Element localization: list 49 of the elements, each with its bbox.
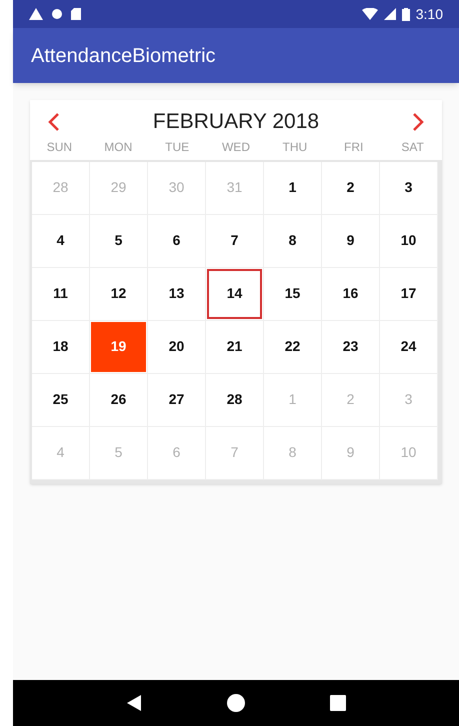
weekday-label: THU [282,138,308,156]
circle-icon [51,8,63,20]
day-cell[interactable]: 1 [265,162,320,212]
day-cell[interactable]: 10 [381,216,436,266]
day-cell[interactable]: 26 [91,374,146,424]
day-cell[interactable]: 11 [33,268,88,318]
day-cell[interactable]: 22 [265,322,320,372]
day-cell[interactable]: 8 [265,216,320,266]
day-cell[interactable]: 9 [323,216,378,266]
day-cell[interactable]: 7 [207,216,262,266]
signal-icon [384,8,396,20]
day-cell[interactable]: 27 [149,374,204,424]
day-cell[interactable]: 5 [91,216,146,266]
sd-card-icon [71,8,81,20]
day-cell[interactable]: 15 [265,268,320,318]
day-cell[interactable]: 13 [149,268,204,318]
weekday-label: WED [220,138,251,156]
day-cell[interactable]: 6 [149,216,204,266]
day-cell[interactable]: 17 [381,268,436,318]
day-cell[interactable]: 2 [323,162,378,212]
day-cell[interactable]: 19 [91,322,146,372]
day-cell[interactable]: 23 [323,322,378,372]
day-cell[interactable]: 24 [381,322,436,372]
weekday-label: MON [103,138,134,156]
day-cell[interactable]: 20 [149,322,204,372]
day-cell[interactable]: 28 [207,374,262,424]
clock-text: 3:10 [416,4,443,24]
day-cell[interactable]: 3 [381,162,436,212]
weekday-label: SAT [400,138,425,156]
day-cell[interactable]: 18 [33,322,88,372]
day-cell[interactable]: 16 [323,268,378,318]
home-circle-icon [227,694,245,712]
weekday-label: SUN [46,138,74,156]
chevron-right-icon [412,112,424,132]
chevron-left-icon [48,112,60,132]
app-title: AttendanceBiometric [31,44,216,68]
weekday-label: FRI [343,138,364,156]
weekday-label: TUE [164,138,190,156]
wifi-icon [362,8,378,20]
back-triangle-icon [127,695,141,711]
battery-icon [402,8,410,20]
recents-square-icon [330,695,346,711]
day-cell[interactable]: 14 [207,268,262,318]
month-title: FEBRUARY 2018 [152,109,320,135]
day-cell[interactable]: 12 [91,268,146,318]
day-cell[interactable]: 21 [207,322,262,372]
day-cell[interactable]: 4 [33,216,88,266]
day-cell[interactable]: 25 [33,374,88,424]
warning-icon [29,8,43,20]
